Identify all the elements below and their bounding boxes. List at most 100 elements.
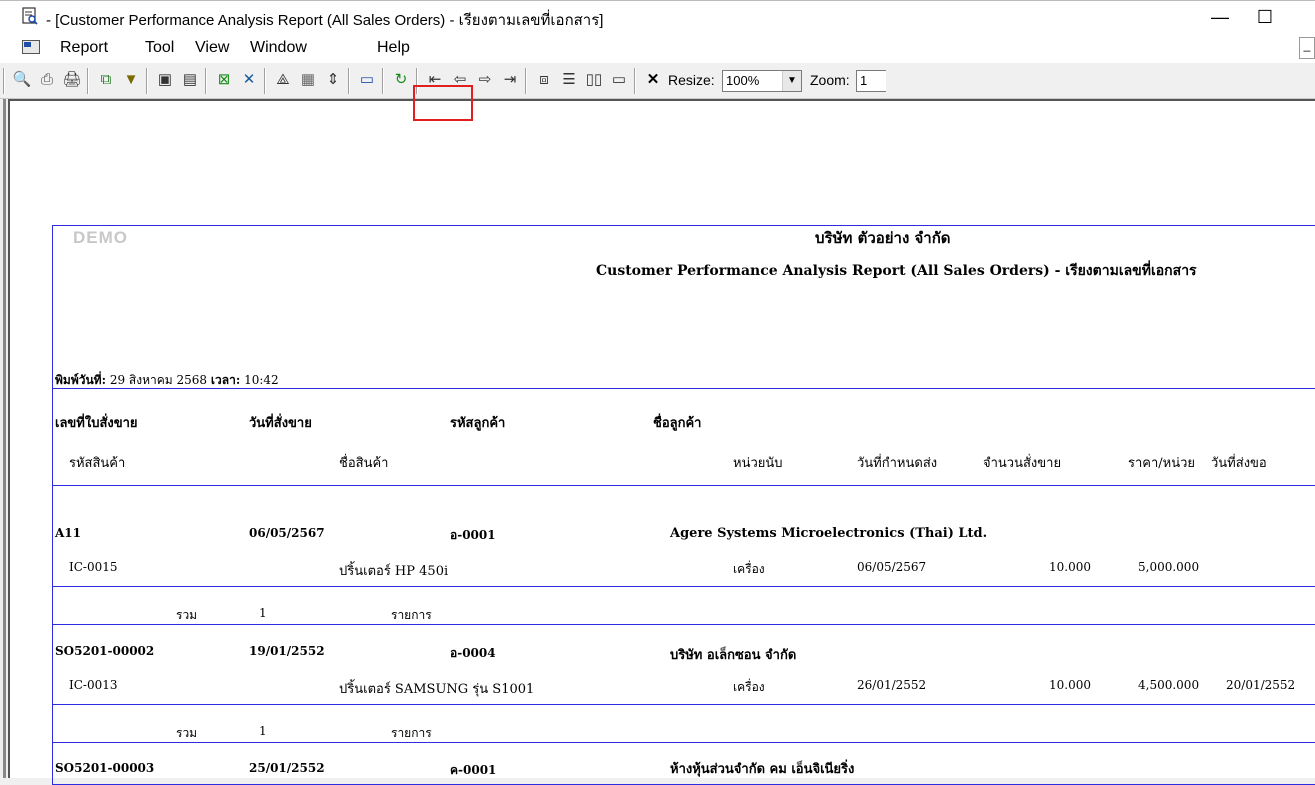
order-customer-name: บริษัท อเล็กซอน จำกัด — [670, 648, 797, 663]
filter-icon[interactable]: ▼ — [121, 70, 141, 90]
header-item-code: รหัสสินค้า — [69, 456, 126, 471]
excel-x-icon[interactable]: ✕ — [239, 70, 259, 90]
title-bar: - [Customer Performance Analysis Report … — [0, 0, 1315, 33]
line-due-date: 26/01/2552 — [857, 678, 927, 692]
close-icon[interactable]: ✕ — [643, 70, 663, 90]
subtotal-label: รวม — [176, 608, 198, 622]
line-unit-price: 4,500.000 — [1138, 678, 1200, 692]
header-customer-name: ชื่อลูกค้า — [653, 416, 702, 431]
copy-icon[interactable]: ⧉ — [96, 70, 116, 90]
toolbar-separator — [348, 68, 350, 94]
report-page: DEMO บริษัท ตัวอย่าง จำกัด Customer Perf… — [52, 225, 1315, 785]
header-bottom-line — [53, 485, 1315, 486]
next-page-icon[interactable]: ⇨ — [475, 70, 495, 90]
order-customer-name: Agere Systems Microelectronics (Thai) Lt… — [670, 526, 988, 541]
order-so-no: A11 — [55, 526, 82, 540]
refresh-icon[interactable]: ↻ — [391, 70, 411, 90]
print-icon[interactable]: 🖨 — [62, 70, 82, 90]
layout-tree-icon[interactable]: ⧈ — [534, 70, 554, 90]
signature-icon[interactable]: ⟁ — [273, 70, 293, 90]
last-page-icon[interactable]: ⇥ — [500, 70, 520, 90]
menu-view[interactable]: View — [195, 39, 229, 57]
order-so-no: SO5201-00002 — [55, 644, 155, 658]
line-item-name: ปริ้นเตอร์ HP 450i — [339, 564, 449, 579]
printed-date: 29 สิงหาคม 2568 — [109, 373, 208, 387]
zoom-select[interactable]: 1 — [856, 70, 886, 92]
chevron-down-icon: ▼ — [782, 71, 801, 91]
subtotal-unit: รายการ — [391, 608, 432, 622]
subtotal-count: 1 — [259, 724, 267, 738]
time-value: 10:42 — [244, 373, 279, 387]
calculator-icon[interactable]: ▭ — [357, 70, 377, 90]
resize-value: 100% — [726, 73, 760, 88]
menu-help[interactable]: Help — [377, 39, 410, 57]
header-top-line — [53, 388, 1315, 389]
line-due-date: 06/05/2567 — [857, 560, 927, 574]
group-separator-line — [53, 624, 1315, 625]
toolbar-separator — [205, 68, 207, 94]
layout-columns-icon[interactable]: ▯▯ — [584, 70, 604, 90]
line-item-name: ปริ้นเตอร์ SAMSUNG รุ่น S1001 — [339, 682, 535, 697]
order-customer-name: ห้างหุ้นส่วนจำกัด คม เอ็นจิเนียริ่ง — [670, 762, 855, 777]
zoom-label: Zoom: — [810, 72, 850, 88]
resize-select[interactable]: 100% ▼ — [722, 70, 802, 92]
document-edit-icon[interactable]: ▤ — [180, 70, 200, 90]
order-so-date: 19/01/2552 — [249, 644, 325, 658]
header-customer-code: รหัสลูกค้า — [450, 416, 506, 431]
minimize-icon: — — [1211, 6, 1229, 27]
order-customer-code: อ-0001 — [450, 528, 496, 542]
header-quantity: จำนวนสั่งขาย — [983, 456, 1062, 471]
company-name: บริษัท ตัวอย่าง จำกัด — [815, 229, 951, 247]
layout-rows-icon[interactable]: ☰ — [559, 70, 579, 90]
mdi-minimize-button[interactable]: _ — [1299, 37, 1315, 59]
window-frame — [3, 99, 6, 778]
mdi-minimize-icon: _ — [1303, 38, 1311, 52]
maximize-icon: ☐ — [1256, 6, 1274, 27]
menu-bar: Report Tool View Window Help _ — [0, 33, 1315, 63]
demo-watermark: DEMO — [73, 228, 128, 247]
window-title: - [Customer Performance Analysis Report … — [46, 12, 604, 29]
header-due-date: วันที่กำหนดส่ง — [857, 456, 938, 471]
line-unit-price: 5,000.000 — [1138, 560, 1200, 574]
excel-export-icon[interactable]: ⊠ — [214, 70, 234, 90]
header-unit-price: ราคา/หน่วย — [1128, 456, 1196, 471]
line-ship-date: 20/01/2552 — [1226, 678, 1296, 692]
toolbar: 🔍 ⎙ 🖨 ⧉ ▼ ▣ ▤ ⊠ ✕ ⟁ ▦ ⇕ ▭ ↻ ⇤ ⇦ ⇨ ⇥ ⧈ ☰ … — [0, 63, 1315, 99]
report-preview-icon — [22, 7, 38, 25]
toolbar-separator — [264, 68, 266, 94]
subtotal-line — [53, 704, 1315, 705]
header-unit: หน่วยนับ — [733, 456, 783, 471]
subtotal-line — [53, 586, 1315, 587]
line-item-code: IC-0013 — [69, 678, 118, 692]
resize-label: Resize: — [668, 72, 715, 88]
order-so-date: 25/01/2552 — [249, 761, 325, 775]
maximize-button[interactable]: ☐ — [1235, 1, 1295, 33]
search-icon[interactable]: 🔍 — [12, 70, 32, 90]
toolbar-separator — [525, 68, 527, 94]
group-separator-line — [53, 742, 1315, 743]
toolbar-grip — [3, 68, 5, 94]
time-label: เวลา: — [210, 373, 241, 387]
order-so-date: 06/05/2567 — [249, 526, 325, 540]
menu-report[interactable]: Report — [60, 39, 108, 57]
layout-page-icon[interactable]: ▭ — [609, 70, 629, 90]
line-quantity: 10.000 — [1049, 560, 1091, 574]
order-so-no: SO5201-00003 — [55, 761, 155, 775]
menu-window[interactable]: Window — [250, 39, 307, 57]
header-so-date: วันที่สั่งขาย — [249, 416, 312, 431]
vertical-size-icon[interactable]: ⇕ — [323, 70, 343, 90]
document-icon[interactable]: ▣ — [155, 70, 175, 90]
header-ship-date: วันที่ส่งขอ — [1211, 456, 1267, 471]
grid-icon[interactable]: ▦ — [298, 70, 318, 90]
subtotal-count: 1 — [259, 606, 267, 620]
export-icon[interactable]: ⎙ — [37, 70, 57, 90]
line-unit: เครื่อง — [733, 680, 765, 694]
order-customer-code: อ-0004 — [450, 646, 496, 660]
toolbar-separator — [146, 68, 148, 94]
report-title: Customer Performance Analysis Report (Al… — [596, 263, 1197, 279]
menu-tool[interactable]: Tool — [145, 39, 174, 57]
subtotal-unit: รายการ — [391, 726, 432, 740]
line-unit: เครื่อง — [733, 562, 765, 576]
mdi-window-icon[interactable] — [22, 40, 40, 54]
toolbar-separator — [634, 68, 636, 94]
